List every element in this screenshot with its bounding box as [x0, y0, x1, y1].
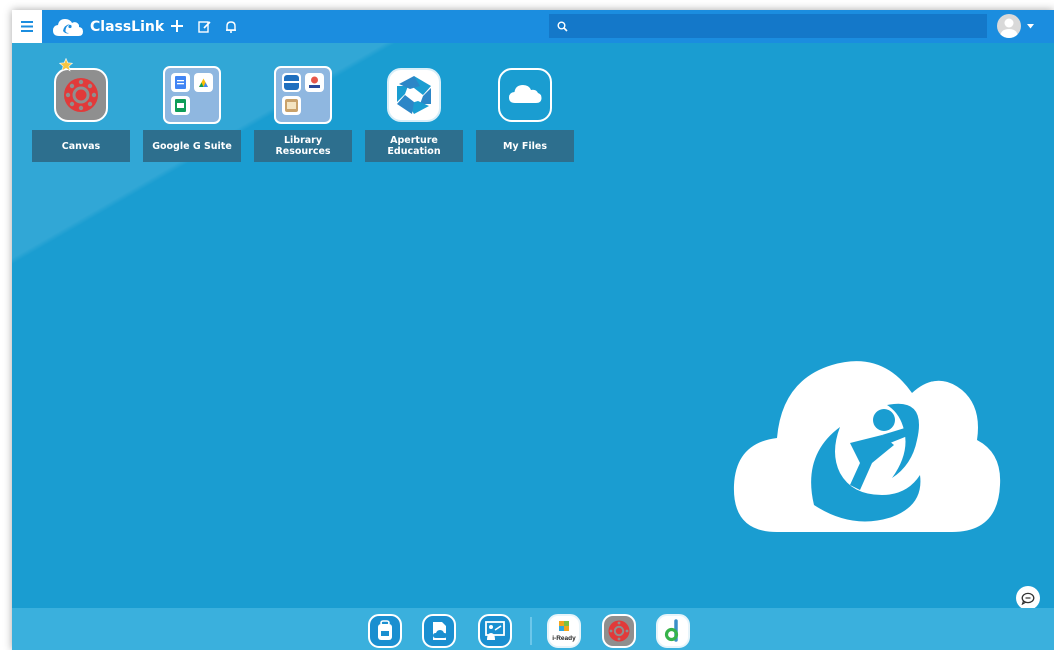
top-bar: ClassLink	[12, 10, 1054, 43]
user-silhouette-icon	[1000, 18, 1018, 38]
iready-icon: i-Ready	[547, 614, 581, 648]
library-resources-folder-icon	[272, 62, 334, 128]
avatar	[997, 14, 1021, 38]
add-button[interactable]	[168, 17, 186, 35]
hamburger-icon	[21, 21, 33, 32]
app-tile-label: Library Resources	[254, 130, 352, 162]
search-bar[interactable]	[549, 14, 987, 38]
app-tile-label: My Files	[476, 130, 574, 162]
user-menu[interactable]	[997, 14, 1034, 38]
bell-icon	[226, 20, 236, 33]
canvas-icon	[50, 58, 112, 128]
my-files-cloud-icon	[494, 62, 556, 128]
canvas-icon	[602, 614, 636, 648]
app-tile-label: Canvas	[32, 130, 130, 162]
dock-separator	[530, 617, 532, 645]
favorite-star-icon	[59, 58, 73, 72]
hamburger-menu-button[interactable]	[12, 10, 42, 43]
chat-button[interactable]	[1016, 586, 1040, 610]
google-g-suite-folder-icon	[161, 62, 223, 128]
plus-icon	[171, 20, 183, 32]
edit-button[interactable]	[195, 17, 213, 35]
dock-item-classroom-presenter[interactable]	[477, 612, 513, 650]
cloud-document-icon	[422, 614, 456, 648]
desmos-d-icon	[656, 614, 690, 648]
classlink-launchpad: ClassLink Canvas Google G Suite Library …	[12, 10, 1054, 650]
dock-item-iready[interactable]: i-Ready	[546, 612, 582, 650]
brand-name: ClassLink	[90, 19, 165, 35]
notifications-button[interactable]	[222, 17, 240, 35]
chevron-down-icon	[1027, 23, 1034, 28]
brand-logo[interactable]: ClassLink	[52, 15, 164, 39]
search-icon	[557, 21, 568, 32]
chat-bubble-icon	[1021, 592, 1035, 605]
svg-text:i-Ready: i-Ready	[552, 635, 576, 642]
search-input[interactable]	[576, 19, 976, 33]
app-tile-label: Aperture Education	[365, 130, 463, 162]
aperture-education-icon	[383, 62, 445, 128]
top-actions	[168, 17, 249, 35]
dock-item-desmos[interactable]	[655, 612, 691, 650]
classlink-logo-icon	[733, 361, 1001, 532]
dock-item-cloud-document[interactable]	[421, 612, 457, 650]
app-dock	[12, 608, 1054, 650]
classlink-cloud-icon	[53, 19, 83, 36]
dock-item-canvas[interactable]	[601, 612, 637, 650]
classroom-presenter-icon	[478, 614, 512, 648]
edit-icon	[197, 20, 211, 33]
backpack-icon	[368, 614, 402, 648]
dock-item-backpack[interactable]	[367, 612, 403, 650]
app-tile-label: Google G Suite	[143, 130, 241, 162]
